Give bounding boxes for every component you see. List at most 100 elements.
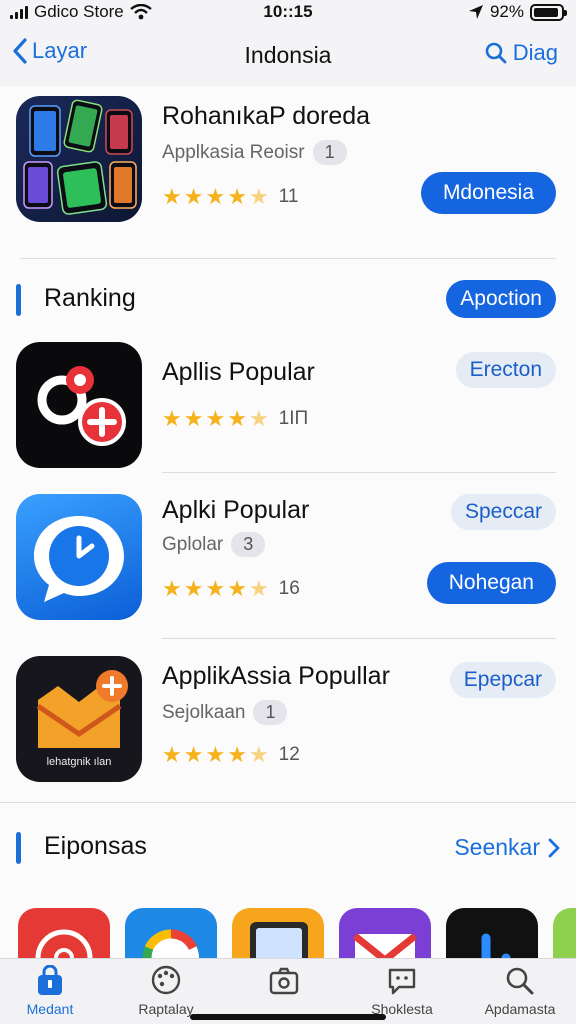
star-icon: ★ (227, 406, 247, 431)
ranking-app-1-tag-button[interactable]: Erecton (455, 352, 556, 388)
ranking-app-2-badge: 3 (231, 532, 266, 557)
ranking-app-3-subtitle-text: Sejolkaan (162, 701, 246, 723)
ranking-app-2-icon (16, 494, 142, 620)
ranking-app-2-rating: ★ ★ ★ ★ ★ 16 (162, 578, 300, 600)
app-tile-1[interactable] (18, 908, 110, 964)
star-icon: ★ (227, 742, 247, 767)
google-g-icon (142, 929, 199, 964)
chat-icon (388, 968, 416, 995)
ranking-app-3[interactable]: lehatgnik ılan ApplikAssia Popullar Sejo… (0, 652, 576, 802)
signal-icon (10, 5, 28, 19)
star-icon: ★ (205, 184, 226, 209)
star-icon: ★ (227, 184, 247, 209)
featured-rating-count: 11 (278, 186, 299, 207)
ranking-app-3-tag-button[interactable]: Epepcar (449, 662, 556, 698)
divider (20, 258, 556, 259)
section-accent-bar (16, 832, 21, 864)
dial-icon (35, 929, 93, 964)
divider (162, 472, 556, 473)
ranking-app-3-icon: lehatgnik ılan (16, 656, 142, 782)
tab-label: Apdamasta (484, 1001, 556, 1017)
carrier-label: Gdico Store (34, 2, 124, 21)
star-icon: ★ (205, 742, 226, 767)
bag-icon (38, 965, 62, 995)
eiponsas-section-header: Eiponsas Seenkar (0, 828, 576, 868)
star-icon: ★ (162, 406, 182, 431)
gmail-icon (352, 933, 418, 964)
half-star-icon: ★ (248, 406, 269, 431)
status-left: Gdico Store (10, 2, 152, 22)
star-icon: ★ (162, 576, 182, 601)
chevron-left-icon (13, 38, 27, 64)
wifi-icon (130, 4, 152, 20)
tab-label: Raptalay (138, 1001, 194, 1017)
star-icon: ★ (183, 406, 204, 431)
star-icon: ★ (183, 576, 204, 601)
tablet-icon (250, 922, 308, 964)
tab-medant[interactable]: Medant (2, 965, 98, 1017)
featured-app-icon (16, 96, 142, 222)
chevron-right-icon (548, 838, 560, 857)
navigation-bar: Layar Indonsia Diag (0, 30, 576, 82)
featured-app-subtitle: Applkasia Reoisr 1 (162, 140, 347, 165)
featured-rating: ★ ★ ★ ★ ★ 11 (162, 186, 298, 208)
ranking-app-2-subtitle-text: Gplolar (162, 533, 224, 555)
featured-app-name: RohanıkaP doreda (162, 102, 371, 130)
tab-apdamasta[interactable]: Apdamasta (472, 965, 568, 1017)
featured-get-button[interactable]: Mdonesia (420, 172, 556, 214)
ranking-app-3-name: ApplikAssia Popullar (162, 662, 390, 690)
back-button[interactable]: Layar (12, 38, 87, 64)
ranking-app-3-icon-caption: lehatgnik ılan (46, 756, 112, 768)
location-arrow-icon (468, 5, 483, 19)
star-icon: ★ (183, 742, 204, 767)
tab-raptalay[interactable]: Raptalay (118, 965, 214, 1017)
app-tile-2[interactable] (125, 908, 217, 964)
featured-app[interactable]: RohanıkaP doreda Applkasia Reoisr 1 ★ ★ … (0, 86, 576, 256)
search-icon (506, 967, 534, 995)
ranking-app-2-subtitle: Gplolar 3 (162, 532, 266, 557)
see-all-link[interactable]: Seenkar (454, 834, 560, 861)
tab-label: Medant (26, 1001, 74, 1017)
status-bar: Gdico Store 10::15 92% (0, 0, 576, 26)
ranking-app-3-subtitle: Sejolkaan 1 (162, 700, 288, 725)
divider (162, 638, 556, 639)
status-right: 92% (468, 2, 567, 22)
back-label: Layar (32, 38, 88, 63)
ranking-app-1-rating-count: 1ΙΠ (278, 408, 309, 429)
battery-percent: 92% (489, 2, 524, 21)
search-label: Diag (512, 40, 558, 65)
star-icon: ★ (227, 576, 247, 601)
blue-loop-icon (481, 933, 511, 964)
star-icon: ★ (162, 742, 182, 767)
camera-icon (269, 967, 299, 995)
ranking-app-3-rating-count: 12 (278, 744, 300, 765)
star-icon: ★ (183, 184, 204, 209)
search-button[interactable]: Diag (485, 40, 558, 66)
half-star-icon: ★ (248, 742, 269, 767)
ranking-app-1-rating: ★ ★ ★ ★ ★ 1ΙΠ (162, 408, 308, 430)
featured-badge: 1 (312, 140, 347, 165)
app-tile-4[interactable] (339, 908, 431, 964)
ranking-app-2-get-button[interactable]: Nohegan (426, 562, 556, 604)
home-indicator (190, 1014, 386, 1020)
phones-collage-icon (23, 99, 137, 215)
tab-camera[interactable] (236, 965, 332, 1001)
app-tile-6[interactable] (553, 908, 576, 964)
app-tile-3[interactable] (232, 908, 324, 964)
battery-icon (530, 3, 567, 21)
ranking-app-2-tag-button[interactable]: Speccar (450, 494, 556, 530)
star-icon: ★ (162, 184, 182, 209)
pin-plus-icon (37, 366, 126, 446)
palette-icon (151, 965, 181, 995)
section-accent-bar (16, 284, 21, 316)
ranking-app-2[interactable]: Aplki Popular Gplolar 3 ★ ★ ★ ★ ★ 16 Spe… (0, 486, 576, 636)
ranking-app-1-icon (16, 342, 142, 468)
eiponsas-title: Eiponsas (44, 832, 147, 860)
ranking-app-3-badge: 1 (253, 700, 288, 725)
star-icon: ★ (205, 406, 226, 431)
ranking-action-button[interactable]: Apoction (446, 280, 556, 318)
tab-shoklesta[interactable]: Shoklesta (354, 965, 450, 1017)
app-tile-5[interactable] (446, 908, 538, 964)
star-icon: ★ (205, 576, 226, 601)
ranking-app-1[interactable]: Apllis Popular ★ ★ ★ ★ ★ 1ΙΠ Erecton (0, 336, 576, 472)
